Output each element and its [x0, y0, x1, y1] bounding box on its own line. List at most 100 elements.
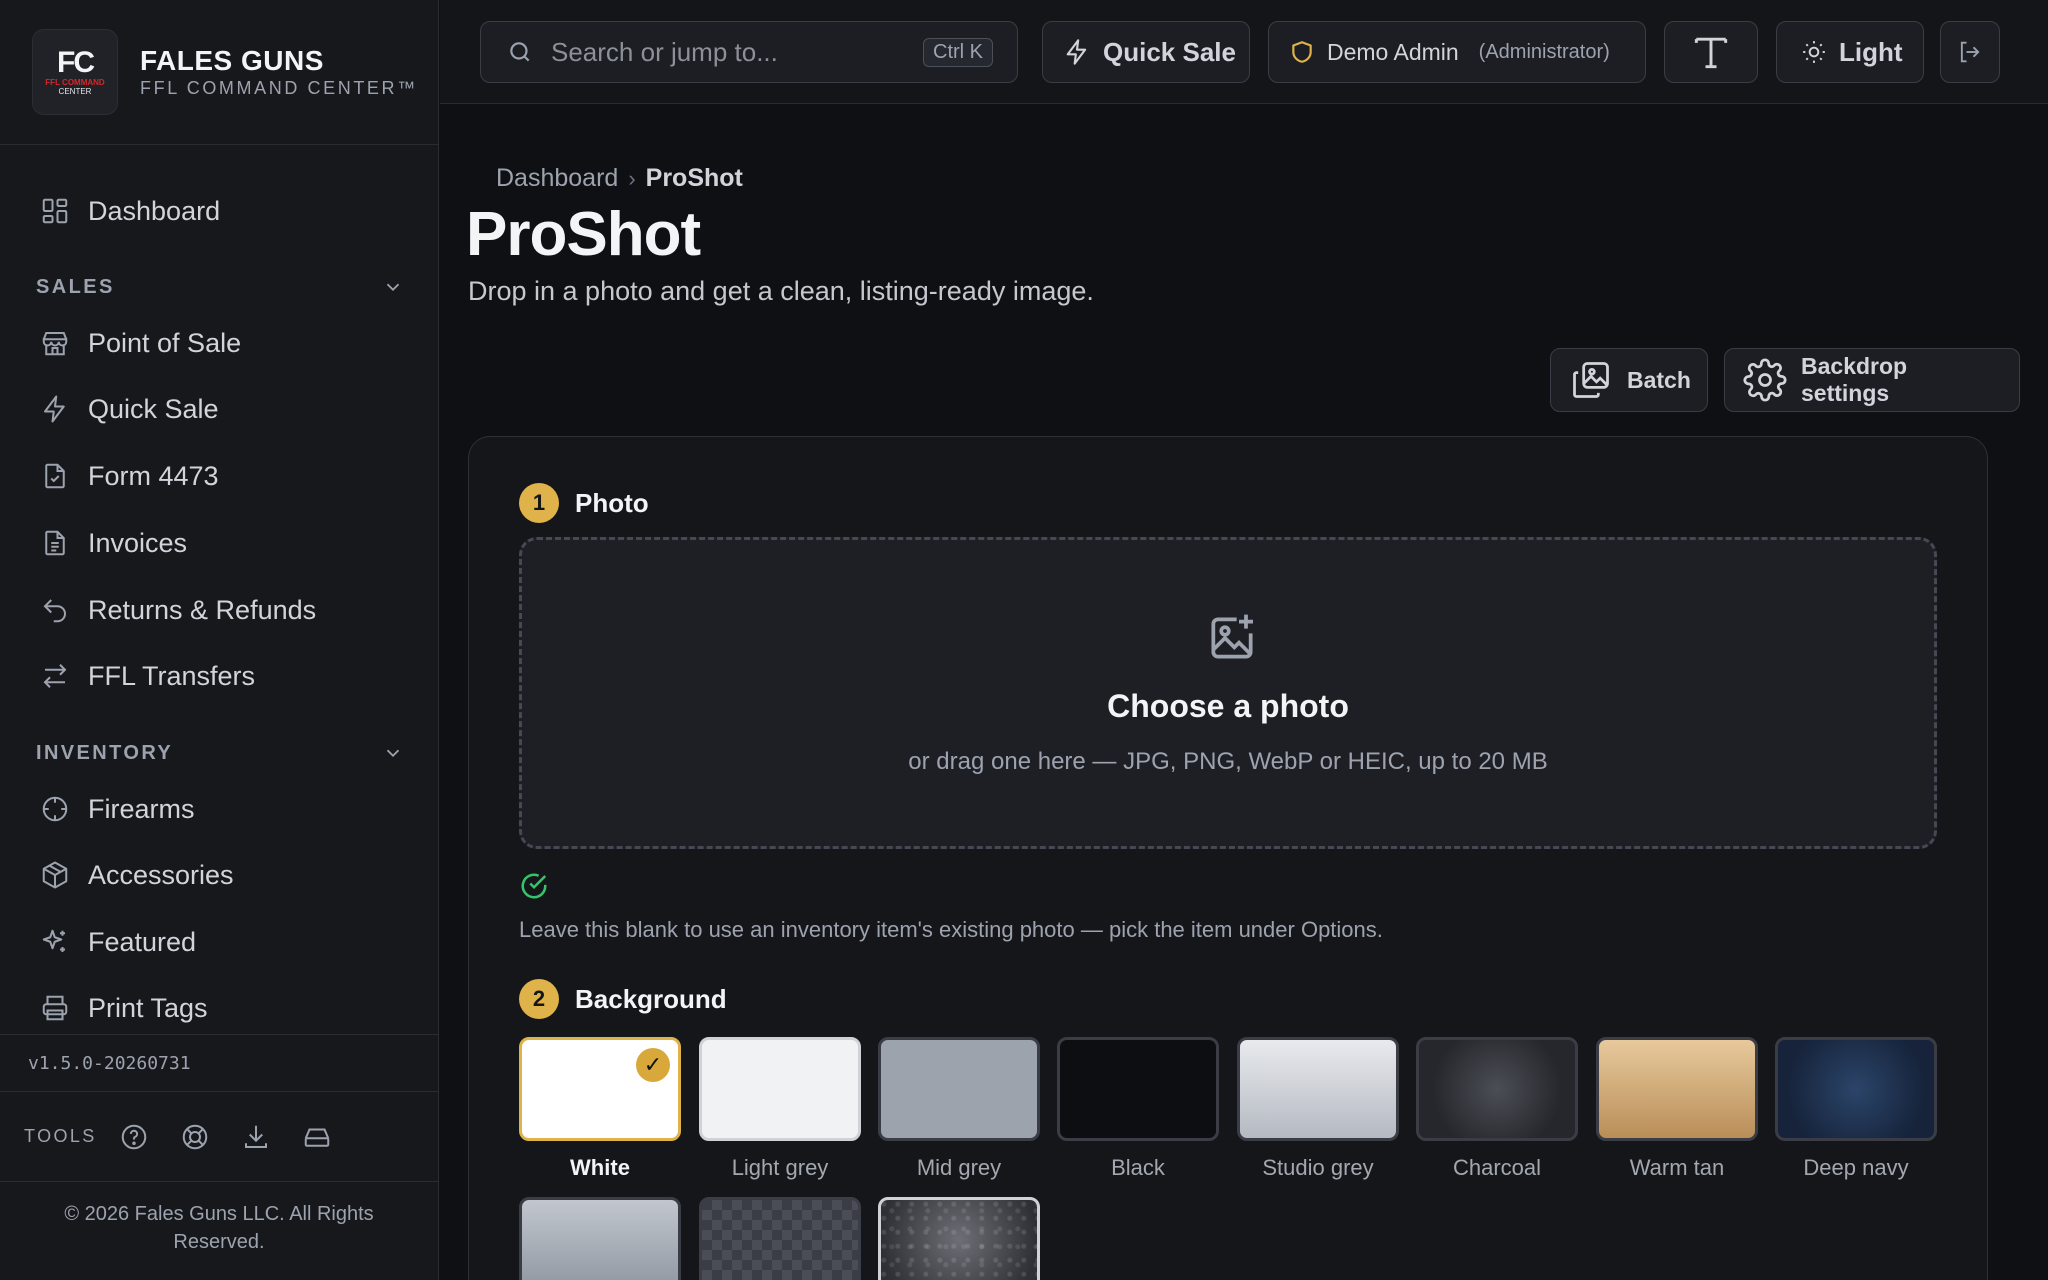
sun-icon	[1801, 39, 1827, 65]
help-icon[interactable]	[119, 1122, 149, 1152]
theme-label: Light	[1839, 36, 1903, 67]
swatch-texture[interactable]	[878, 1197, 1040, 1280]
swatch-deep-navy[interactable]	[1775, 1037, 1937, 1141]
gear-icon	[1743, 358, 1787, 402]
dashboard-icon	[40, 196, 70, 226]
image-plus-icon	[1204, 610, 1260, 666]
check-circle-icon	[519, 871, 549, 901]
sidebar-item-invoices[interactable]: Invoices	[0, 514, 438, 572]
sidebar-item-accessories[interactable]: Accessories	[0, 846, 438, 904]
page-title: ProShot	[466, 200, 701, 269]
support-icon[interactable]	[180, 1122, 210, 1152]
sidebar-item-dashboard[interactable]: Dashboard	[0, 182, 438, 240]
swatch-silver[interactable]	[519, 1197, 681, 1280]
swatch-label-mid-grey: Mid grey	[916, 1155, 1002, 1180]
font-size-button[interactable]	[1664, 21, 1758, 83]
brand-text: FALES GUNS FFL COMMAND CENTER™	[140, 45, 418, 99]
sidebar-item-print-tags[interactable]: Print Tags	[0, 979, 438, 1034]
step-title: Background	[575, 983, 727, 1014]
swatch-label-white: White	[570, 1155, 630, 1180]
sidebar-nav: Dashboard SALES Point of Sale Quick Sale…	[0, 146, 438, 1034]
sidebar-item-label: Print Tags	[88, 992, 208, 1023]
topbar: Search or jump to... Ctrl K Quick Sale D…	[440, 0, 2048, 104]
sidebar-item-ffl-transfers[interactable]: FFL Transfers	[0, 647, 438, 705]
swatch-light-grey[interactable]	[699, 1037, 861, 1141]
sidebar-item-point-of-sale[interactable]: Point of Sale	[0, 314, 438, 372]
page-subtitle: Drop in a photo and get a clean, listing…	[468, 276, 1094, 306]
brand-logo: FC FFL COMMAND CENTER	[32, 29, 118, 115]
breadcrumb-separator: ›	[628, 165, 636, 191]
sparkles-icon	[40, 927, 70, 957]
sidebar-item-label: Returns & Refunds	[88, 594, 317, 625]
file-text-icon	[40, 528, 70, 558]
swatch-label-deep-navy: Deep navy	[1803, 1155, 1909, 1180]
download-icon[interactable]	[241, 1122, 271, 1152]
sidebar-item-label: Featured	[88, 926, 197, 957]
drive-icon[interactable]	[302, 1122, 332, 1152]
sidebar-item-label: Firearms	[88, 793, 195, 824]
user-name: Demo Admin	[1327, 38, 1459, 65]
user-menu[interactable]: Demo Admin (Administrator)	[1268, 21, 1646, 83]
swatch-charcoal[interactable]	[1416, 1037, 1578, 1141]
text-size-icon	[1689, 30, 1733, 74]
copyright: © 2026 Fales Guns LLC. All Rights Reserv…	[64, 1203, 374, 1253]
user-role: (Administrator)	[1478, 40, 1610, 63]
swatch-label-studio-grey: Studio grey	[1262, 1155, 1374, 1180]
package-icon	[40, 860, 70, 890]
quick-sale-label: Quick Sale	[1103, 36, 1236, 67]
batch-button[interactable]: Batch	[1550, 348, 1708, 412]
sidebar-item-returns-refunds[interactable]: Returns & Refunds	[0, 581, 438, 639]
crosshair-icon	[40, 794, 70, 824]
sidebar-section-inventory[interactable]: INVENTORY	[36, 735, 404, 771]
step-number: 2	[519, 979, 559, 1019]
step-number: 1	[519, 483, 559, 523]
breadcrumb: Dashboard › ProShot	[496, 164, 743, 193]
app-version: v1.5.0-20260731	[0, 1034, 438, 1092]
dropzone-hint: or drag one here — JPG, PNG, WebP or HEI…	[908, 748, 1548, 775]
swatch-black[interactable]	[1057, 1037, 1219, 1141]
theme-toggle-button[interactable]: Light	[1776, 21, 1924, 83]
breadcrumb-current: ProShot	[645, 164, 743, 192]
quick-sale-button[interactable]: Quick Sale	[1042, 21, 1250, 83]
search-shortcut: Ctrl K	[923, 37, 993, 67]
undo-icon	[40, 595, 70, 625]
sidebar-section-sales[interactable]: SALES	[36, 269, 404, 305]
photo-dropzone[interactable]: Choose a photo or drag one here — JPG, P…	[519, 537, 1937, 849]
batch-label: Batch	[1627, 366, 1691, 393]
logout-icon	[1956, 38, 1984, 66]
sidebar-item-form-4473[interactable]: Form 4473	[0, 447, 438, 505]
backdrop-settings-button[interactable]: Backdrop settings	[1724, 348, 2020, 412]
sidebar-item-featured[interactable]: Featured	[0, 913, 438, 971]
swatch-label-warm-tan: Warm tan	[1629, 1155, 1725, 1180]
transfer-icon	[40, 661, 70, 691]
step-background-header: 2 Background	[519, 979, 727, 1019]
swatch-white[interactable]: ✓	[519, 1037, 681, 1141]
dropzone-title: Choose a photo	[1107, 688, 1349, 724]
sidebar-item-firearms[interactable]: Firearms	[0, 780, 438, 838]
swatch-label-light-grey: Light grey	[731, 1155, 829, 1180]
sidebar-item-quick-sale[interactable]: Quick Sale	[0, 380, 438, 438]
logo-sub2: CENTER	[58, 87, 92, 96]
sidebar-item-label: Quick Sale	[88, 393, 219, 424]
lightning-icon	[1063, 38, 1091, 66]
sidebar-item-label: FFL Transfers	[88, 660, 256, 691]
backdrop-settings-label: Backdrop settings	[1801, 353, 1908, 406]
swatch-mid-grey[interactable]	[878, 1037, 1040, 1141]
tools-bar: TOOLS	[0, 1092, 438, 1182]
search-icon	[507, 39, 533, 65]
sidebar-item-label: Dashboard	[88, 195, 221, 226]
check-icon: ✓	[636, 1048, 670, 1082]
brand-title: FALES GUNS	[140, 45, 324, 76]
swatch-warm-tan[interactable]	[1596, 1037, 1758, 1141]
logout-button[interactable]	[1940, 21, 2000, 83]
breadcrumb-dashboard-link[interactable]: Dashboard	[496, 164, 618, 193]
brand[interactable]: FC FFL COMMAND CENTER FALES GUNS FFL COM…	[0, 0, 438, 145]
search-input[interactable]: Search or jump to... Ctrl K	[480, 21, 1018, 83]
swatch-transparent[interactable]	[699, 1197, 861, 1280]
brand-subtitle: FFL COMMAND CENTER™	[140, 78, 418, 98]
sidebar-item-label: Form 4473	[88, 460, 219, 491]
sidebar: FC FFL COMMAND CENTER FALES GUNS FFL COM…	[0, 0, 439, 1280]
swatch-studio-grey[interactable]	[1237, 1037, 1399, 1141]
step-photo-header: 1 Photo	[519, 483, 649, 523]
sidebar-item-label: Point of Sale	[88, 327, 242, 358]
